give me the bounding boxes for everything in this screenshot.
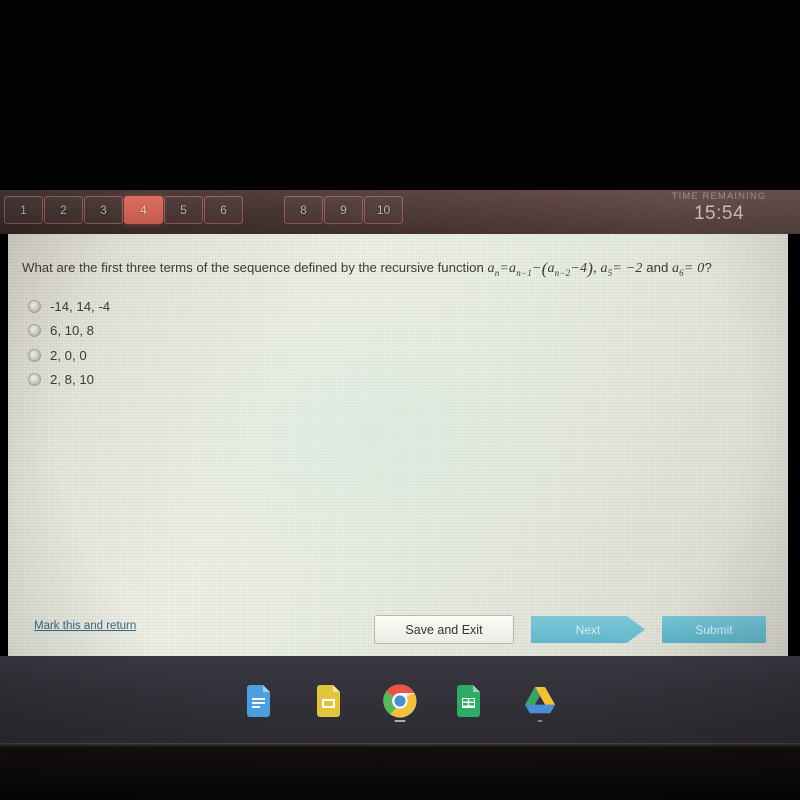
formula-eq: = xyxy=(499,261,510,276)
submit-label: Submit xyxy=(695,622,733,637)
answer-option-1[interactable]: -14, 14, -4 xyxy=(28,294,110,318)
radio-button-icon[interactable] xyxy=(28,373,41,386)
app-running-indicator xyxy=(537,720,543,722)
question-tab-8[interactable]: 8 xyxy=(284,196,323,224)
formula-given1-var: a xyxy=(600,261,608,276)
question-tab-4-current[interactable]: 4 xyxy=(124,196,163,224)
submit-button[interactable]: Submit xyxy=(662,616,766,643)
answer-option-label: 2, 8, 10 xyxy=(50,372,94,387)
question-tab-9[interactable]: 9 xyxy=(324,196,363,224)
radio-button-icon[interactable] xyxy=(28,348,41,362)
question-tab-2[interactable]: 2 xyxy=(44,196,83,224)
formula-lhs-var: a xyxy=(487,261,495,276)
action-button-row: Save and Exit Next Submit xyxy=(374,615,766,644)
google-chrome-icon[interactable] xyxy=(379,677,421,725)
formula-given1-value: = −2 xyxy=(612,261,643,276)
save-and-exit-button[interactable]: Save and Exit xyxy=(374,615,514,644)
time-remaining-label: TIME REMAINING xyxy=(671,191,767,202)
next-button[interactable]: Next xyxy=(531,616,645,643)
answer-options: -14, 14, -4 6, 10, 8 2, 0, 0 2, 8, 10 xyxy=(28,294,110,392)
question-tab-gap xyxy=(244,196,283,224)
answer-option-2[interactable]: 6, 10, 8 xyxy=(28,319,110,343)
answer-option-4[interactable]: 2, 8, 10 xyxy=(28,368,110,392)
chromeos-shelf xyxy=(0,656,800,746)
question-tab-label: 9 xyxy=(340,203,347,217)
google-sheets-icon[interactable] xyxy=(449,677,491,725)
save-and-exit-label: Save and Exit xyxy=(405,622,483,637)
laptop-bezel xyxy=(0,656,800,800)
time-remaining-value: 15:54 xyxy=(693,203,745,224)
mark-this-and-return-link[interactable]: Mark this and return xyxy=(34,620,136,632)
formula-t1-sub: n−1 xyxy=(516,267,532,278)
question-tab-label: 1 xyxy=(20,203,27,217)
question-tab-5[interactable]: 5 xyxy=(164,196,203,224)
formula-and: and xyxy=(646,260,669,275)
question-tab-label: 2 xyxy=(60,203,67,217)
formula-comma: , xyxy=(593,261,597,276)
question-prompt: What are the first three terms of the se… xyxy=(22,260,484,275)
google-drive-icon[interactable] xyxy=(519,677,561,725)
radio-button-icon[interactable] xyxy=(28,299,41,313)
laptop-photo: 1 2 3 4 5 6 8 9 10 TIME REMAINING 15:54 … xyxy=(0,0,800,800)
formula-minus: − xyxy=(531,261,542,276)
answer-option-label: 6, 10, 8 xyxy=(50,323,94,338)
formula-given2-value: = 0 xyxy=(683,261,705,276)
question-formula: an=an−1−(an−2−4), a5= −2 xyxy=(487,259,643,278)
google-docs-icon[interactable] xyxy=(239,677,281,725)
question-mark: ? xyxy=(704,260,712,275)
formula-t2-sub: n−2 xyxy=(554,267,571,278)
question-formula-tail: a6= 0 xyxy=(672,261,705,278)
question-tab-label: 8 xyxy=(300,203,307,217)
question-tab-label: 6 xyxy=(220,203,227,217)
question-tab-label: 5 xyxy=(180,203,187,217)
laptop-deck xyxy=(0,748,800,800)
time-remaining: TIME REMAINING 15:54 xyxy=(644,191,794,225)
question-tab-label: 4 xyxy=(140,203,147,217)
question-content-area: What are the first three terms of the se… xyxy=(8,234,788,656)
question-tab-label: 3 xyxy=(100,203,107,217)
google-slides-icon[interactable] xyxy=(309,677,351,725)
next-label: Next xyxy=(575,622,601,637)
question-tab-1[interactable]: 1 xyxy=(4,196,43,224)
question-tab-label: 10 xyxy=(376,203,391,217)
radio-button-icon[interactable] xyxy=(28,324,41,337)
answer-option-3[interactable]: 2, 0, 0 xyxy=(28,343,110,367)
question-tab-6[interactable]: 6 xyxy=(204,196,243,224)
question-tab-3[interactable]: 3 xyxy=(84,196,123,224)
app-running-indicator xyxy=(394,720,406,722)
question-tab-10[interactable]: 10 xyxy=(364,196,403,224)
answer-option-label: -14, 14, -4 xyxy=(50,298,111,314)
question-number-tabs: 1 2 3 4 5 6 8 9 10 xyxy=(4,196,404,224)
formula-t2-const: −4 xyxy=(570,261,588,276)
formula-t2-var: a xyxy=(547,261,555,276)
photo-dark-background xyxy=(0,0,800,190)
exam-header-bar: 1 2 3 4 5 6 8 9 10 TIME REMAINING 15:54 xyxy=(0,190,800,234)
answer-option-label: 2, 0, 0 xyxy=(50,347,87,363)
question-text: What are the first three terms of the se… xyxy=(22,258,764,281)
